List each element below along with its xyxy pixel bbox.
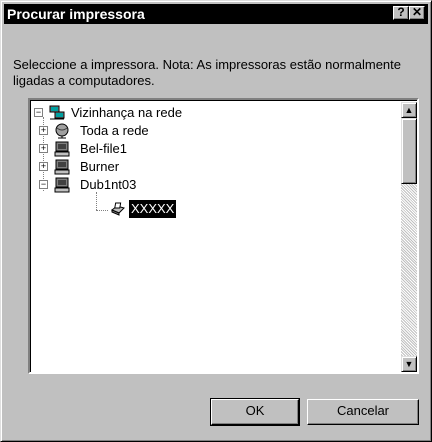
tree-node-label: Bel-file1 bbox=[80, 141, 127, 156]
expand-icon[interactable]: + bbox=[39, 162, 48, 171]
tree-node-label: Burner bbox=[80, 159, 120, 174]
help-button[interactable]: ? bbox=[393, 6, 409, 20]
printer-tree[interactable]: − Vizinhança na rede + Toda a rede + Bel… bbox=[28, 98, 419, 374]
window-title: Procurar impressora bbox=[7, 6, 145, 22]
tree-node-label: Dub1nt03 bbox=[80, 177, 137, 192]
computer-icon bbox=[54, 141, 70, 157]
computer-icon bbox=[54, 177, 70, 193]
globe-icon bbox=[55, 123, 69, 139]
network-neighborhood-icon bbox=[49, 105, 65, 120]
cancel-button[interactable]: Cancelar bbox=[307, 399, 419, 425]
scroll-down-arrow-icon[interactable]: ▼ bbox=[401, 356, 417, 372]
tree-node-label: Toda a rede bbox=[80, 123, 149, 138]
title-bar[interactable]: Procurar impressora ? ✕ bbox=[4, 4, 428, 24]
tree-node-label: Vizinhança na rede bbox=[71, 105, 183, 120]
computer-icon bbox=[54, 159, 70, 175]
expand-icon[interactable]: + bbox=[39, 126, 48, 135]
scroll-up-arrow-icon[interactable]: ▲ bbox=[401, 102, 417, 118]
expand-icon[interactable]: + bbox=[39, 144, 48, 153]
collapse-icon[interactable]: − bbox=[39, 180, 48, 189]
ok-button[interactable]: OK bbox=[210, 398, 300, 426]
vertical-scrollbar[interactable]: ▲ ▼ bbox=[401, 102, 417, 372]
scroll-thumb[interactable] bbox=[401, 118, 417, 184]
collapse-icon[interactable]: − bbox=[34, 108, 43, 117]
close-button[interactable]: ✕ bbox=[409, 6, 425, 20]
dialog-window: Procurar impressora ? ✕ Seleccione a imp… bbox=[0, 0, 432, 442]
tree-node-label-selected: XXXXX bbox=[127, 199, 178, 219]
tree-connector-line bbox=[96, 192, 97, 210]
instruction-text: Seleccione a impressora. Nota: As impres… bbox=[13, 57, 402, 88]
tree-connector-line bbox=[96, 210, 108, 211]
printer-icon bbox=[111, 202, 125, 216]
